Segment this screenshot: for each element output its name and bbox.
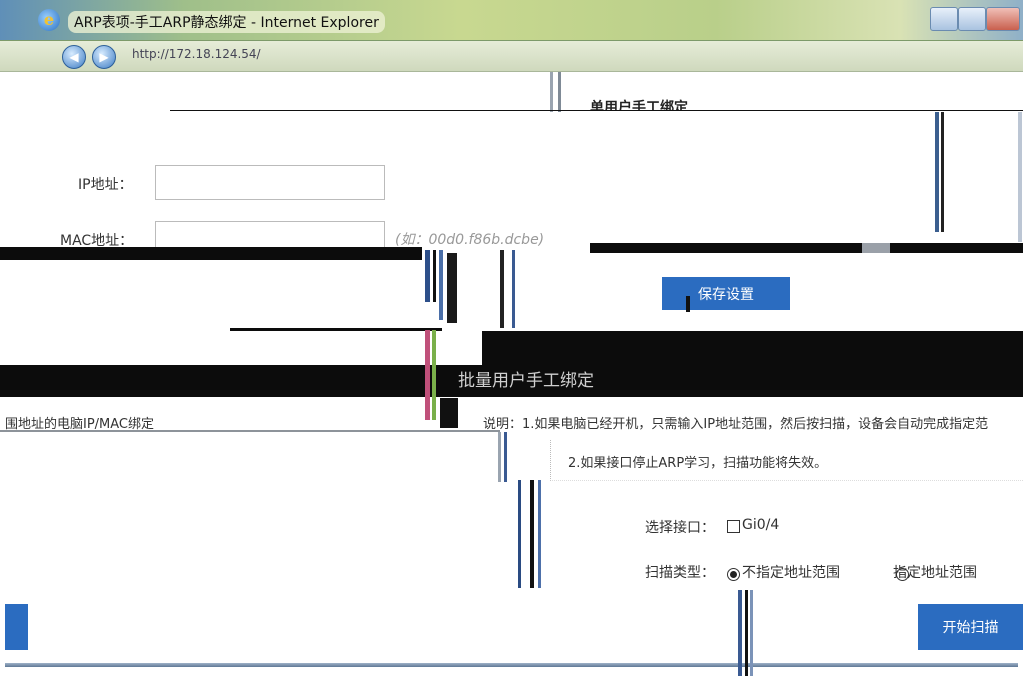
glitch-bar <box>439 250 443 320</box>
glitch-bar <box>935 112 939 232</box>
address-bar: ◀ ▶ http://172.18.124.54/ <box>0 41 1023 72</box>
glitch-band <box>482 331 1023 367</box>
start-scan-button[interactable]: 开始扫描 <box>918 604 1023 650</box>
glitch-band <box>230 328 442 331</box>
save-settings-button[interactable]: 保存设置 <box>662 277 790 310</box>
glitch-bar <box>738 590 742 676</box>
minimize-button[interactable] <box>930 7 958 31</box>
glitch-bar <box>1018 112 1022 242</box>
internet-explorer-icon: e <box>38 9 60 31</box>
ip-label: IP地址： <box>78 177 133 193</box>
panel-divider <box>558 72 561 112</box>
forward-arrow-icon[interactable]: ▶ <box>92 45 116 69</box>
glitch-bar <box>538 480 541 588</box>
glitch-bar <box>433 250 436 302</box>
window-bottom-border <box>5 663 1018 667</box>
glitch-bar <box>425 330 430 420</box>
scan-type-label: 扫描类型： <box>645 565 715 581</box>
glitch-bar <box>530 480 534 588</box>
glitch-bar <box>750 590 753 676</box>
glitch-bar <box>512 250 515 328</box>
interface-label: 选择接口： <box>645 520 715 536</box>
glitch-bar <box>447 253 457 323</box>
glitch-band <box>0 430 500 432</box>
glitch-bar <box>504 432 507 482</box>
scan-no-range-label: 不指定地址范围 <box>742 565 840 581</box>
header-divider <box>170 110 1023 111</box>
batch-note-1: 说明：1.如果电脑已经开机，只需输入IP地址范围，然后按扫描，设备会自动完成指定… <box>483 417 989 432</box>
title-bar: e ARP表项-手工ARP静态绑定 - Internet Explorer <box>0 0 1023 41</box>
glitch-band <box>0 247 422 260</box>
window-title: ARP表项-手工ARP静态绑定 - Internet Explorer <box>68 11 385 33</box>
glitch-bar <box>440 398 458 428</box>
batch-bind-heading: 批量用户手工绑定 <box>458 371 594 391</box>
glitch-bar <box>425 250 430 302</box>
glitch-bar <box>518 480 521 588</box>
single-bind-heading: 单用户手工绑定 <box>590 100 688 110</box>
interface-option-label: Gi0/4 <box>742 517 780 533</box>
scan-range-label: 指定地址范围 <box>893 565 977 581</box>
close-button[interactable] <box>986 7 1020 31</box>
maximize-button[interactable] <box>958 7 986 31</box>
glitch-bar <box>500 250 504 328</box>
glitch-bar <box>498 432 501 482</box>
glitch-band <box>862 243 890 253</box>
interface-checkbox[interactable] <box>727 520 740 533</box>
glitch-bar <box>686 296 690 312</box>
left-action-button[interactable] <box>5 604 28 650</box>
ip-input[interactable] <box>155 165 385 200</box>
glitch-bar <box>745 590 748 676</box>
panel-divider <box>550 72 553 112</box>
glitch-band <box>590 243 1023 253</box>
scan-no-range-radio[interactable] <box>727 568 740 581</box>
glitch-bar <box>941 112 944 232</box>
glitch-bar <box>432 330 436 420</box>
back-arrow-icon[interactable]: ◀ <box>62 45 86 69</box>
url-field[interactable]: http://172.18.124.54/ <box>132 47 261 61</box>
batch-note-2: 2.如果接口停止ARP学习，扫描功能将失效。 <box>568 456 828 471</box>
mac-format-hint: (如：00d0.f86b.dcbe) <box>395 232 545 248</box>
